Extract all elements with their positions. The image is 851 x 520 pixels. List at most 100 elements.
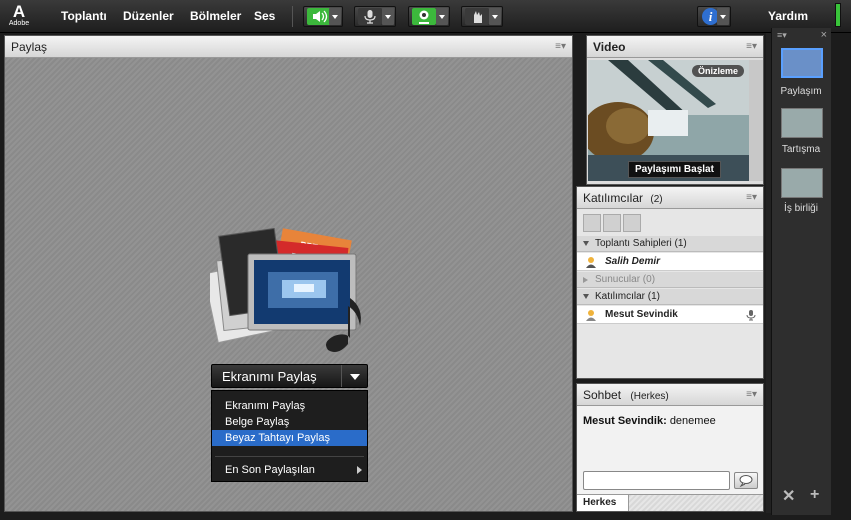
expand-icon (583, 294, 589, 299)
group-participants-label: Katılımcılar (1) (595, 291, 661, 302)
chat-scope: (Herkes) (630, 391, 669, 402)
microphone-dropdown[interactable] (382, 8, 394, 25)
webcam-button[interactable] (408, 6, 450, 27)
share-options-menu: Ekranımı Paylaş Belge Paylaş Beyaz Tahta… (211, 390, 368, 482)
speaker-icon (307, 8, 331, 25)
info-button[interactable]: i (697, 6, 731, 27)
send-message-button[interactable] (734, 472, 758, 489)
menu-item-share-screen[interactable]: Ekranımı Paylaş (212, 398, 367, 414)
chat-message-text: denemee (669, 415, 716, 427)
video-pod-header: Video ≡▾ (587, 36, 763, 58)
layout-actions: ✕ + (782, 486, 826, 505)
microphone-icon (358, 8, 382, 25)
host-user-icon (586, 257, 596, 268)
tools-icon[interactable]: ✕ (782, 486, 795, 506)
top-menu-bar: A Adobe Toplantı Düzenler Bölmeler Ses i… (0, 0, 851, 33)
menu-item-share-whiteboard[interactable]: Beyaz Tahtayı Paylaş (212, 430, 367, 446)
attendees-title-text: Katılımcılar (583, 191, 644, 205)
pod-options-icon[interactable]: ≡▾ (746, 192, 757, 203)
expand-icon (583, 241, 589, 246)
menu-separator (215, 456, 364, 457)
attendee-row-participant[interactable]: Mesut Sevindik (577, 306, 763, 324)
user-view-icon[interactable] (623, 214, 641, 232)
speech-bubble-icon (739, 475, 753, 488)
attendees-count: (2) (650, 194, 663, 205)
video-scrollbar[interactable] (749, 60, 763, 181)
raise-hand-icon (465, 8, 489, 25)
chat-title-text: Sohbet (583, 388, 622, 402)
chat-input[interactable] (583, 471, 730, 490)
status-dropdown[interactable] (489, 8, 501, 25)
group-presenters-label: Sunucular (0) (595, 274, 656, 285)
close-icon[interactable]: × (821, 29, 827, 41)
media-share-illustration: PPT PDF (203, 226, 380, 356)
preview-badge: Önizleme (692, 65, 745, 77)
participant-user-icon (586, 310, 596, 321)
menu-meeting[interactable]: Toplantı (61, 9, 107, 23)
layout-thumb-discussion[interactable] (781, 108, 823, 138)
group-hosts[interactable]: Toplantı Sahipleri (1) (577, 236, 763, 252)
chat-pod-title: Sohbet (Herkes) (583, 388, 669, 402)
group-hosts-label: Toplantı Sahipleri (1) (595, 238, 687, 249)
share-pod-title: Paylaş (11, 40, 48, 54)
menu-item-share-document[interactable]: Belge Paylaş (212, 414, 367, 430)
layout-label-discussion: Tartışma (781, 144, 821, 155)
menu-audio[interactable]: Ses (254, 9, 275, 23)
webcam-dropdown[interactable] (436, 8, 448, 25)
microphone-button[interactable] (354, 6, 396, 27)
chat-pod-header: Sohbet (Herkes) ≡▾ (577, 384, 763, 406)
recent-shares-label: En Son Paylaşılan (225, 464, 315, 476)
raise-hand-button[interactable] (461, 6, 503, 27)
attendees-pod: Katılımcılar (2) ≡▾ Toplantı Sahipleri (… (576, 186, 764, 379)
layouts-menu-icon[interactable]: ≡▾ (777, 30, 787, 41)
status-view-icon[interactable] (603, 214, 621, 232)
layout-thumb-collaboration[interactable] (781, 168, 823, 198)
chat-tab-everyone[interactable]: Herkes (577, 494, 629, 511)
start-sharing-button[interactable]: Paylaşımı Başlat (628, 161, 721, 178)
speaker-button[interactable] (303, 6, 343, 27)
group-presenters[interactable]: Sunucular (0) (577, 272, 763, 288)
menu-pods[interactable]: Bölmeler (190, 9, 241, 23)
layout-thumb-sharing[interactable] (781, 48, 823, 78)
submenu-arrow-icon (357, 466, 362, 474)
pod-options-icon[interactable]: ≡▾ (746, 389, 757, 400)
chat-pod: Sohbet (Herkes) ≡▾ Mesut Sevindik: denem… (576, 383, 764, 512)
attendee-row-host[interactable]: Salih Demir (577, 253, 763, 271)
attendee-view-toolbar (583, 214, 643, 232)
attendees-pod-title: Katılımcılar (2) (583, 191, 663, 205)
video-pod-title: Video (593, 40, 626, 54)
webcam-preview: Önizleme Paylaşımı Başlat (588, 60, 749, 181)
share-my-screen-button[interactable]: Ekranımı Paylaş (211, 364, 368, 388)
list-view-icon[interactable] (583, 214, 601, 232)
menu-layouts[interactable]: Düzenler (123, 9, 174, 23)
adobe-logo: A Adobe (8, 2, 30, 28)
layout-label-collaboration: İş birliği (784, 203, 818, 214)
share-area: PPT PDF Ekranımı Paylaş Ekranımı Paylaş … (5, 58, 572, 511)
participant-name: Mesut Sevindik (605, 309, 678, 320)
share-pod: Paylaş ≡▾ PPT PDF Ekranımı Paylaş (4, 35, 573, 512)
layout-label-sharing: Paylaşım (780, 86, 822, 97)
chat-message: Mesut Sevindik: denemee (583, 415, 716, 427)
help-menu[interactable]: Yardım (768, 9, 808, 23)
speaker-dropdown[interactable] (329, 8, 341, 25)
menu-item-recent-shares[interactable]: En Son Paylaşılan (212, 462, 367, 478)
collapse-icon (583, 277, 588, 283)
group-participants[interactable]: Katılımcılar (1) (577, 289, 763, 305)
webcam-icon (412, 8, 436, 25)
chat-message-author: Mesut Sevindik: (583, 415, 667, 427)
pod-options-icon[interactable]: ≡▾ (746, 41, 757, 52)
video-pod: Video ≡▾ Önizleme Paylaşımı Başlat (586, 35, 764, 185)
share-options-dropdown[interactable] (341, 365, 367, 387)
layouts-panel: ≡▾ × Paylaşım Tartışma İş birliği ✕ + (771, 28, 831, 515)
chat-tab-strip (629, 494, 763, 511)
adobe-logo-text: Adobe (8, 20, 30, 27)
info-dropdown[interactable] (717, 8, 729, 25)
attendees-pod-header: Katılımcılar (2) ≡▾ (577, 187, 763, 209)
microphone-status-icon (746, 310, 756, 321)
share-my-screen-label: Ekranımı Paylaş (222, 369, 317, 384)
pod-options-icon[interactable]: ≡▾ (555, 41, 566, 52)
add-layout-icon[interactable]: + (810, 486, 819, 504)
host-name: Salih Demir (605, 256, 661, 267)
adobe-a-icon: A (12, 2, 26, 21)
toolbar-divider (292, 6, 293, 27)
